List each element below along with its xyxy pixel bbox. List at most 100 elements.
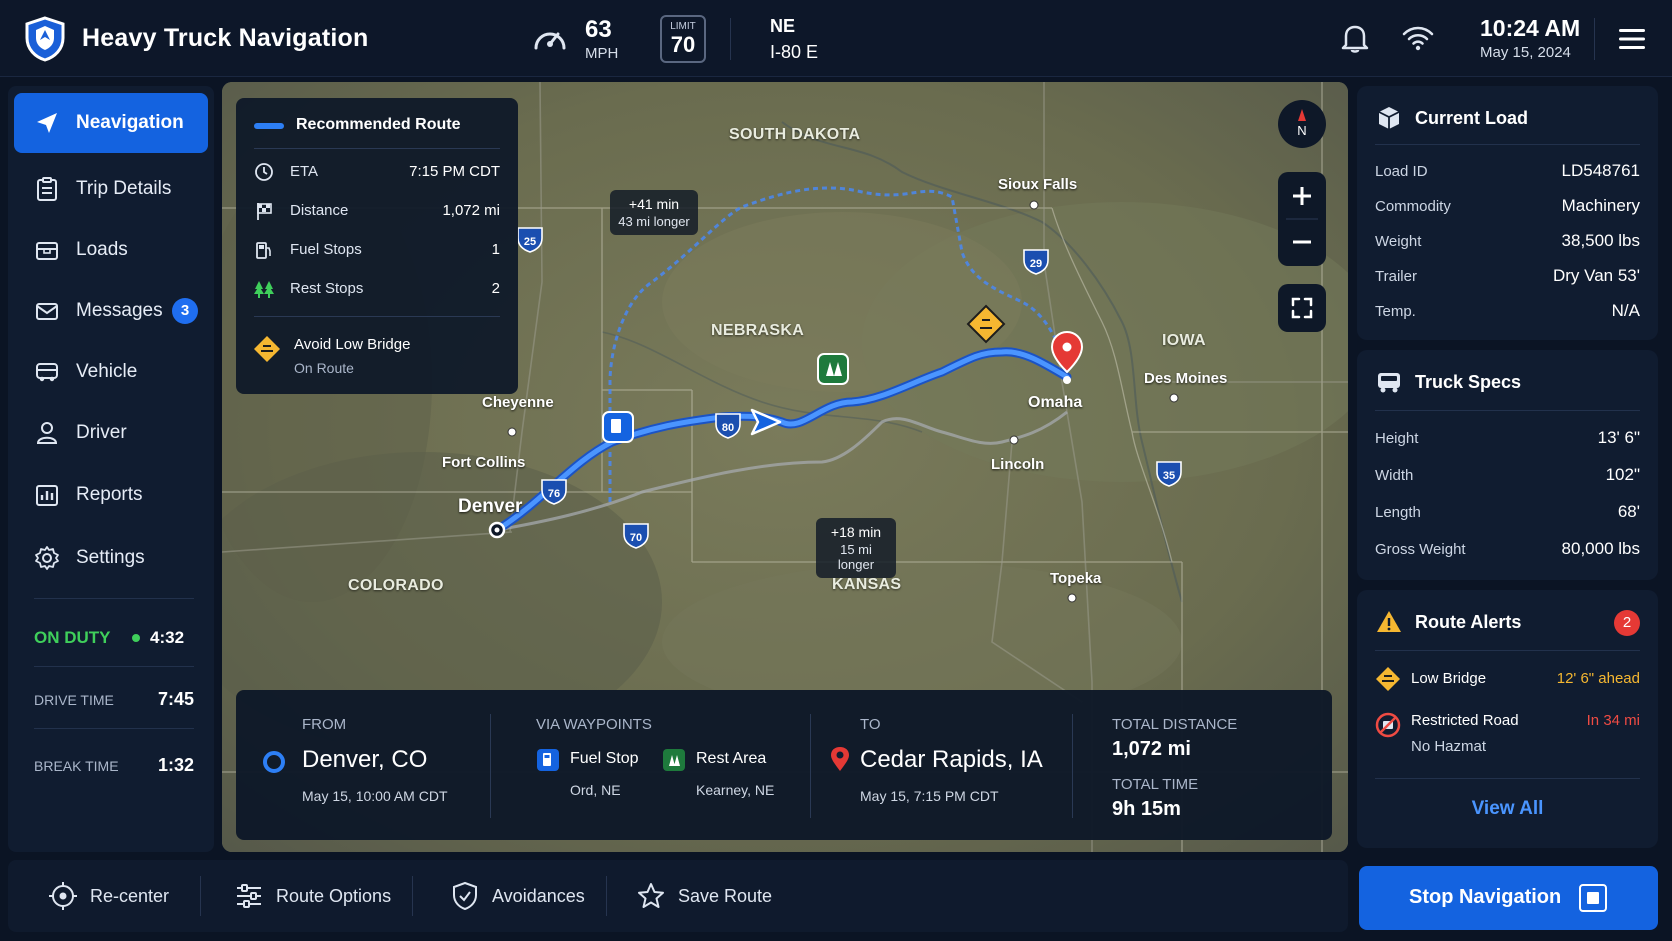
speed-unit: MPH [585, 45, 619, 62]
sidebar-item-settings[interactable]: Settings [14, 528, 208, 588]
alert-restricted-road[interactable]: Restricted Road No Hazmat In 34 mi [1375, 708, 1640, 760]
route-rest-stops-row: Rest Stops 2 [254, 277, 500, 301]
app-title: Heavy Truck Navigation [82, 24, 369, 52]
total-time-label: TOTAL TIME [1112, 776, 1199, 793]
row-value: 1,072 mi [442, 202, 500, 219]
highway-80-shield: 80 [722, 422, 734, 434]
avoidances-button[interactable]: Avoidances [450, 860, 585, 932]
sidebar-item-label: Loads [76, 239, 128, 260]
city-label-cheyenne: Cheyenne [482, 394, 554, 411]
top-bar: Heavy Truck Navigation 63 MPH LIMIT 70 N… [0, 0, 1672, 77]
button-label: Avoidances [492, 885, 585, 906]
route-distance-row: Distance 1,072 mi [254, 199, 500, 223]
shield-logo-icon [25, 16, 65, 62]
route-eta-row: ETA 7:15 PM CDT [254, 160, 500, 184]
route-color-swatch [254, 123, 284, 129]
sidebar-item-vehicle[interactable]: Vehicle [14, 342, 208, 402]
compass-north-label: N [1297, 123, 1307, 138]
stop-navigation-button[interactable]: Stop Navigation [1359, 866, 1658, 930]
current-speed: 63 [585, 16, 612, 43]
waypoint-2-name: Rest Area [696, 750, 767, 767]
state-label-colorado: COLORADO [348, 577, 444, 594]
gross-weight-row: Gross Weight 80,000 lbs [1375, 539, 1640, 561]
alert-low-bridge[interactable]: Low Bridge 12' 6" ahead [1375, 664, 1640, 694]
panel-title: Route Alerts [1415, 612, 1522, 632]
fullscreen-icon [1291, 297, 1313, 319]
city-label-des-moines: Des Moines [1144, 370, 1228, 387]
fullscreen-button[interactable] [1278, 284, 1326, 332]
fuel-icon [256, 242, 271, 259]
alert-title: Low Bridge [1411, 670, 1487, 687]
warning-subtitle: On Route [294, 360, 354, 376]
route-options-button[interactable]: Route Options [234, 860, 391, 932]
city-label-topeka: Topeka [1050, 570, 1102, 587]
hamburger-menu-icon[interactable] [1618, 27, 1646, 51]
via-label: VIA WAYPOINTS [536, 716, 652, 733]
row-value: 68' [1617, 502, 1640, 521]
save-route-button[interactable]: Save Route [636, 860, 772, 932]
alt-route-south-tooltip[interactable]: +18 min 15 mi longer [816, 518, 896, 578]
state-label-kansas: KANSAS [832, 576, 902, 593]
row-value: 2 [491, 280, 500, 297]
star-icon [638, 883, 664, 908]
trailer-row: Trailer Dry Van 53' [1375, 266, 1640, 288]
row-value: LD548761 [1561, 161, 1640, 180]
total-distance-label: TOTAL DISTANCE [1112, 716, 1238, 733]
row-key: Distance [290, 202, 349, 219]
route-alerts-panel: Route Alerts 2 Low Bridge 12' 6" ahead R… [1357, 590, 1658, 848]
card-divider [254, 316, 500, 317]
trip-summary-bar: FROM Denver, CO May 15, 10:00 AM CDT VIA… [236, 690, 1332, 840]
state-label-south-dakota: SOUTH DAKOTA [729, 126, 861, 143]
route-summary-card: Recommended Route ETA 7:15 PM CDT Distan… [236, 98, 518, 394]
row-value: N/A [1611, 301, 1640, 320]
toolbar-divider [606, 876, 607, 916]
zoom-in-icon[interactable] [1293, 187, 1311, 205]
bell-icon[interactable] [1340, 22, 1370, 54]
sidebar-item-label: Driver [76, 422, 127, 443]
trees-icon [254, 281, 274, 298]
break-time-value: 1:32 [157, 755, 194, 775]
sidebar-item-label: Vehicle [76, 361, 138, 382]
sidebar-item-loads[interactable]: Loads [14, 220, 208, 280]
row-key: Trailer [1375, 268, 1417, 285]
sidebar-item-trip-details[interactable]: Trip Details [14, 159, 208, 219]
drive-time-value: 7:45 [157, 689, 194, 709]
heading-direction: NE [770, 16, 796, 36]
current-road: I-80 E [770, 42, 819, 62]
highway-76-shield: 76 [548, 488, 560, 500]
chart-icon [36, 485, 58, 506]
route-card-title: Recommended Route [296, 116, 461, 133]
current-load-panel: Current Load Load ID LD548761 Commodity Ma… [1357, 86, 1658, 340]
sidebar-item-messages[interactable]: Messages 3 [14, 281, 208, 341]
flag-icon [257, 203, 272, 220]
waypoint-2-location: Kearney, NE [696, 782, 775, 798]
sidebar-item-navigation[interactable]: Neavigation [14, 93, 208, 153]
bottom-toolbar: Re-center Route Options Avoidances Save … [8, 860, 1348, 932]
row-value: 1 [491, 241, 500, 258]
sidebar-item-driver[interactable]: Driver [14, 403, 208, 463]
alt-route-north-tooltip[interactable]: +41 min 43 mi longer [610, 190, 698, 235]
row-key: Height [1375, 430, 1419, 447]
alert-status: 12' 6" ahead [1556, 670, 1640, 687]
origin-icon [263, 751, 285, 773]
sidebar-item-reports[interactable]: Reports [14, 465, 208, 525]
view-all-alerts-link[interactable]: View All [1357, 798, 1658, 820]
row-key: Gross Weight [1375, 541, 1466, 558]
state-label-nebraska: NEBRASKA [711, 322, 805, 339]
button-label: Stop Navigation [1409, 886, 1562, 908]
warning-triangle-icon [1377, 611, 1401, 632]
sidebar-item-label: Reports [76, 484, 143, 505]
trip-divider [490, 714, 491, 818]
temperature-row: Temp. N/A [1375, 301, 1640, 323]
destination-city: Cedar Rapids, IA [860, 746, 1043, 773]
highway-35-shield: 35 [1163, 470, 1175, 482]
stop-icon [1579, 884, 1607, 912]
panel-divider [1375, 778, 1640, 779]
recenter-button[interactable]: Re-center [48, 860, 169, 932]
toolbar-divider [200, 876, 201, 916]
low-bridge-icon [1376, 667, 1400, 691]
duty-timer: 4:32 [150, 628, 185, 647]
row-value: Machinery [1561, 196, 1640, 215]
compass-button[interactable]: N [1278, 100, 1326, 148]
warning-title: Avoid Low Bridge [294, 336, 411, 353]
